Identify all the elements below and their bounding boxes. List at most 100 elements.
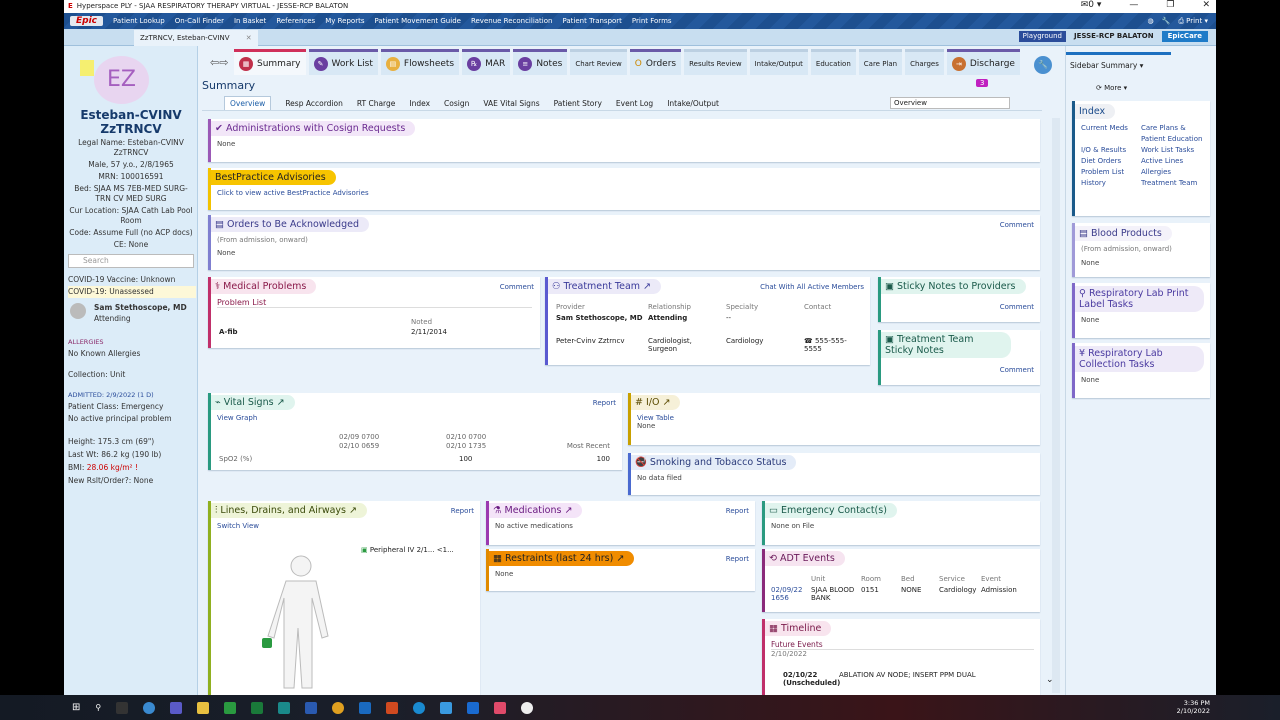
subtab-rt-charge[interactable]: RT Charge xyxy=(357,99,396,108)
toolbar-patient-transport[interactable]: Patient Transport xyxy=(562,17,621,25)
adt-date-link[interactable]: 02/09/22 1656 xyxy=(771,586,809,602)
subtab-patient-story[interactable]: Patient Story xyxy=(554,99,602,108)
app-icon-2[interactable] xyxy=(440,701,453,714)
task-view-icon[interactable] xyxy=(116,701,129,714)
index-link-diet-orders[interactable]: Diet Orders xyxy=(1081,156,1141,167)
provider-name[interactable]: Sam Stethoscope, MD xyxy=(556,314,643,322)
publisher-icon[interactable] xyxy=(278,701,291,714)
tab-mar[interactable]: ℞ MAR xyxy=(462,49,511,75)
toolbar-revenue-reconciliation[interactable]: Revenue Reconciliation xyxy=(471,17,553,25)
scroll-down-icon[interactable]: ⌄ xyxy=(1046,675,1054,685)
index-link-io-results[interactable]: I/O & Results xyxy=(1081,145,1141,156)
restraints-report-link[interactable]: Report xyxy=(726,555,749,563)
index-link-work-list-tasks[interactable]: Work List Tasks xyxy=(1141,145,1211,156)
toolbar-print-forms[interactable]: Print Forms xyxy=(632,17,672,25)
teams-icon[interactable] xyxy=(170,701,183,714)
recorder-icon[interactable] xyxy=(521,701,534,714)
print-button[interactable]: ⎙ Print ▾ xyxy=(1178,17,1208,26)
toolbar-patient-movement[interactable]: Patient Movement Guide xyxy=(374,17,460,25)
tab-care-plan[interactable]: Care Plan xyxy=(858,49,903,75)
tab-work-list[interactable]: ✎ Work List xyxy=(308,49,378,75)
lines-report-link[interactable]: Report xyxy=(451,507,474,515)
report-search-input[interactable]: Overview xyxy=(890,97,1010,109)
content-scrollbar[interactable] xyxy=(1052,118,1060,693)
index-link-history[interactable]: History xyxy=(1081,178,1141,189)
view-table-link[interactable]: View Table xyxy=(637,414,1034,422)
peripheral-iv-line[interactable]: ▣ Peripheral IV 2/1... <1... xyxy=(361,546,454,554)
globe-icon[interactable]: ◍ xyxy=(1147,17,1153,26)
view-graph-link[interactable]: View Graph xyxy=(217,414,616,422)
tab-results-review[interactable]: Results Review xyxy=(684,49,747,75)
sticky-note-icon[interactable] xyxy=(80,60,94,76)
sticky-team-comment[interactable]: Comment xyxy=(1000,366,1034,374)
vitals-report-link[interactable]: Report xyxy=(593,399,616,407)
iv-site-marker[interactable] xyxy=(262,638,272,648)
tab-discharge[interactable]: ⇥ Discharge xyxy=(946,49,1020,75)
medications-report-link[interactable]: Report xyxy=(726,507,749,515)
search-icon[interactable]: ⚲ xyxy=(95,703,101,712)
sidebar-summary-dropdown[interactable]: Sidebar Summary ▾ xyxy=(1066,52,1171,74)
edge-icon[interactable] xyxy=(413,701,426,714)
tab-charges[interactable]: Charges xyxy=(905,49,944,75)
epic-icon[interactable] xyxy=(494,701,507,714)
chat-all-members-link[interactable]: Chat With All Active Members xyxy=(760,283,864,291)
index-link-allergies[interactable]: Allergies xyxy=(1141,167,1211,178)
tab-orders[interactable]: O Orders xyxy=(629,49,682,75)
toolbar-in-basket[interactable]: In Basket xyxy=(234,17,266,25)
index-link-active-lines[interactable]: Active Lines xyxy=(1141,156,1211,167)
toolbar-my-reports[interactable]: My Reports xyxy=(325,17,364,25)
subtab-index[interactable]: Index xyxy=(409,99,430,108)
minimize-button[interactable]: — xyxy=(1129,0,1138,10)
system-clock[interactable]: 3:36 PM 2/10/2022 xyxy=(1177,699,1210,715)
subtab-resp-accordion[interactable]: Resp Accordion xyxy=(285,99,343,108)
start-icon[interactable]: ⊞ xyxy=(72,702,80,713)
chrome-icon[interactable] xyxy=(332,701,345,714)
sticky-providers-comment[interactable]: Comment xyxy=(1000,303,1034,311)
subtab-intake-output[interactable]: Intake/Output xyxy=(667,99,719,108)
back-forward-icon[interactable]: ⇦⇨ xyxy=(210,56,228,69)
tab-intake-output[interactable]: Intake/Output xyxy=(749,49,808,75)
tab-summary[interactable]: ▦ Summary xyxy=(234,49,306,75)
patient-search-input[interactable]: Search xyxy=(68,254,194,268)
bpa-link[interactable]: Click to view active BestPractice Adviso… xyxy=(217,189,1034,197)
toolbar-patient-lookup[interactable]: Patient Lookup xyxy=(113,17,165,25)
index-link-current-meds[interactable]: Current Meds xyxy=(1081,123,1141,145)
toolbar-references[interactable]: References xyxy=(276,17,315,25)
switch-view-link[interactable]: Switch View xyxy=(217,522,474,530)
powerpoint-icon[interactable] xyxy=(386,701,399,714)
patient-name[interactable]: Esteban-CVINV ZzTRNCV xyxy=(64,108,198,136)
excel-icon[interactable] xyxy=(251,701,264,714)
wrench-button-icon[interactable]: 🔧 xyxy=(1034,56,1052,74)
tab-education[interactable]: Education xyxy=(810,49,856,75)
ie-icon[interactable] xyxy=(467,701,480,714)
medical-problems-comment[interactable]: Comment xyxy=(500,283,534,291)
subtab-event-log[interactable]: Event Log xyxy=(616,99,653,108)
outlook-icon[interactable] xyxy=(359,701,372,714)
subtab-vae-vital-signs[interactable]: VAE Vital Signs xyxy=(483,99,539,108)
close-button[interactable]: ✕ xyxy=(1202,0,1210,10)
app-icon[interactable] xyxy=(224,701,237,714)
tab-chart-review[interactable]: Chart Review xyxy=(570,49,627,75)
message-count[interactable]: ✉0 ▾ xyxy=(1081,0,1102,10)
orders-ack-comment[interactable]: Comment xyxy=(1000,221,1034,229)
subtab-cosign[interactable]: Cosign xyxy=(444,99,469,108)
provider-contact[interactable]: ☎ 555-555-5555 xyxy=(804,337,854,353)
subtab-overview[interactable]: Overview xyxy=(224,96,272,110)
close-tab-icon[interactable]: ✕ xyxy=(246,34,252,42)
index-link-care-plans[interactable]: Care Plans & Patient Education xyxy=(1141,123,1211,145)
restore-button[interactable]: ❐ xyxy=(1166,0,1174,10)
event-description[interactable]: ABLATION AV NODE; INSERT PPM DUAL xyxy=(839,671,976,679)
patient-workspace-tab[interactable]: ZzTRNCV, Esteban-CVINV ✕ xyxy=(134,30,258,46)
notification-badge[interactable]: 3 xyxy=(976,79,989,87)
file-explorer-icon[interactable] xyxy=(197,701,210,714)
problem-a-fib[interactable]: A-fib xyxy=(219,328,238,336)
wrench-icon[interactable]: 🔧 xyxy=(1162,17,1171,26)
provider-name[interactable]: Peter-Cvinv Zztrncv xyxy=(556,337,624,345)
index-link-problem-list[interactable]: Problem List xyxy=(1081,167,1141,178)
more-menu[interactable]: ⟳ More ▾ xyxy=(1096,84,1127,92)
index-link-treatment-team[interactable]: Treatment Team xyxy=(1141,178,1211,189)
tab-notes[interactable]: ≡ Notes xyxy=(513,49,568,75)
word-icon[interactable] xyxy=(305,701,318,714)
cortana-icon[interactable] xyxy=(143,701,156,714)
epic-menu-button[interactable]: Epic xyxy=(70,16,104,26)
